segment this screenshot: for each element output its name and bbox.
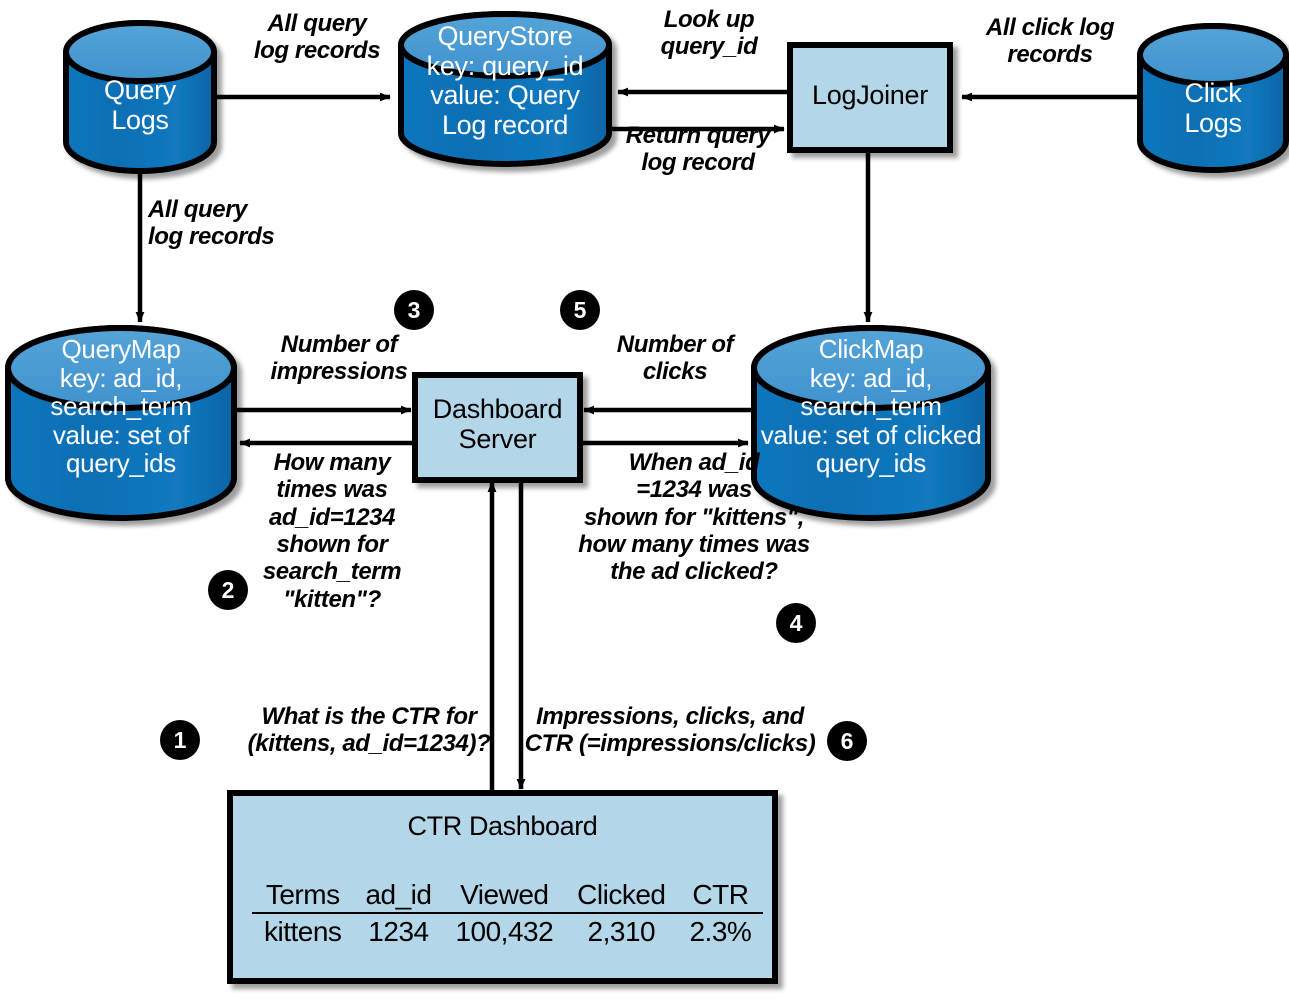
ctr-dashboard-content: CTR Dashboard Terms ad_id Viewed Clicked… xyxy=(230,793,775,981)
edge-label-lookup-query-id: Look up query_id xyxy=(660,6,758,61)
col-ad-id: ad_id xyxy=(353,879,444,914)
table-row: kittens 1234 100,432 2,310 2.3% xyxy=(252,913,763,948)
cell-ad-id: 1234 xyxy=(368,916,429,947)
edge-label-query-logs-to-map: All query log records xyxy=(148,196,275,251)
edge-label-all-click-log-records: All click log records xyxy=(985,14,1115,69)
edge-label-number-of-clicks: Number of clicks xyxy=(616,331,734,386)
node-query-map[interactable] xyxy=(5,325,237,521)
edge-label-when-ad-id: When ad_id =1234 was shown for "kittens"… xyxy=(578,449,810,586)
node-click-logs[interactable] xyxy=(1137,23,1289,173)
step-badge-4: 4 xyxy=(776,603,816,643)
edge-label-impressions-clicks-ctr: Impressions, clicks, and CTR (=impressio… xyxy=(524,703,816,758)
step-badge-5: 5 xyxy=(560,290,600,330)
col-terms: Terms xyxy=(252,879,354,914)
step-badge-2: 2 xyxy=(208,570,248,610)
col-ctr: CTR xyxy=(677,879,764,914)
col-viewed: Viewed xyxy=(443,879,566,914)
edge-label-query-logs-to-store: All query log records xyxy=(253,10,381,65)
cell-viewed: 100,432 xyxy=(455,916,554,947)
node-log-joiner[interactable] xyxy=(787,42,953,153)
cell-terms: kittens xyxy=(264,916,342,947)
edge-label-how-many-times: How many times was ad_id=1234 shown for … xyxy=(262,449,402,613)
edge-label-number-of-impressions: Number of impressions xyxy=(270,331,408,386)
ctr-dashboard-title: CTR Dashboard xyxy=(407,811,598,841)
node-dashboard-server[interactable] xyxy=(412,372,583,483)
col-clicked: Clicked xyxy=(565,879,678,914)
step-badge-3: 3 xyxy=(394,290,434,330)
step-badge-1: 1 xyxy=(160,720,200,760)
node-query-logs[interactable] xyxy=(63,20,217,174)
edge-label-return-query-log-record: Return query log record xyxy=(625,122,771,177)
step-badge-6: 6 xyxy=(827,721,867,761)
edge-label-what-is-ctr: What is the CTR for (kittens, ad_id=1234… xyxy=(247,703,491,758)
ctr-dashboard-table: Terms ad_id Viewed Clicked CTR kittens 1… xyxy=(252,879,764,948)
node-query-store[interactable] xyxy=(398,11,612,167)
diagram-canvas: Query Logs QueryStore key: query_id valu… xyxy=(0,0,1289,1007)
cell-ctr: 2.3% xyxy=(689,916,752,947)
table-header-row: Terms ad_id Viewed Clicked CTR xyxy=(252,879,764,914)
cell-clicked: 2,310 xyxy=(587,916,656,947)
